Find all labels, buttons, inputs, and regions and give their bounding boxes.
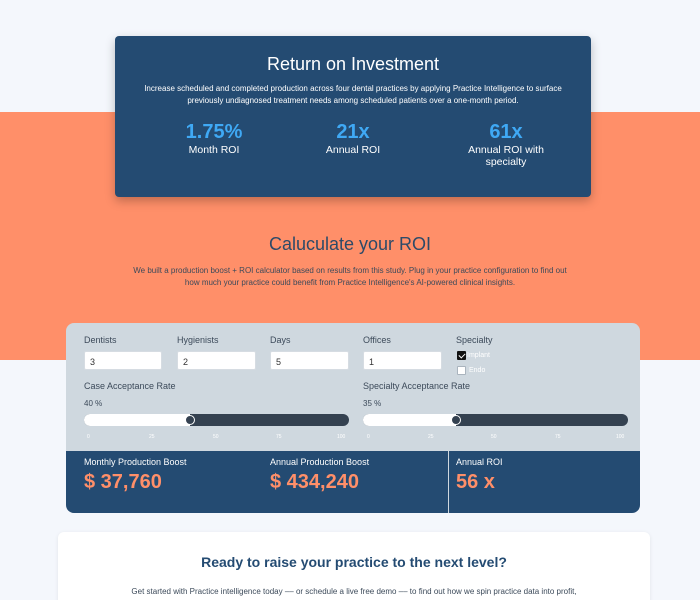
annual-boost-value: $ 434,240 (270, 471, 359, 493)
stat-value: 1.75% (185, 121, 243, 143)
offices-input[interactable]: 1 (363, 351, 442, 370)
slider-fill (84, 414, 190, 426)
dentists-input[interactable]: 3 (84, 351, 162, 370)
calculator-card: Dentists 3 Hygienists 2 Days 5 Offices 1… (66, 323, 640, 513)
tick-label: 0 (367, 434, 370, 440)
dentists-label: Dentists (84, 335, 117, 345)
implant-checkbox-label: Implant (467, 352, 490, 359)
offices-label: Offices (363, 335, 391, 345)
slider-fill (363, 414, 456, 426)
stat-value: 61x (489, 121, 523, 143)
tick-label: 50 (491, 434, 497, 440)
specialty-acceptance-label: Specialty Acceptance Rate (363, 381, 471, 391)
stat-annual-roi: 21x Annual ROI (283, 120, 423, 156)
annual-roi-value: 56 x (456, 471, 495, 493)
stat-label: Month ROI (188, 144, 240, 156)
tick-label: 100 (616, 434, 625, 440)
tick-label: 25 (149, 434, 155, 440)
roi-description: Increase scheduled and completed product… (144, 84, 562, 105)
annual-boost-label: Annual Production Boost (270, 457, 370, 467)
days-label: Days (270, 335, 291, 345)
specialty-acceptance-slider[interactable] (363, 414, 628, 426)
roi-card: Return on Investment Increase scheduled … (115, 36, 591, 197)
roi-title: Return on Investment (266, 54, 440, 74)
case-acceptance-label: Case Acceptance Rate (84, 381, 176, 391)
tick-label: 100 (337, 434, 346, 440)
annual-roi-label: Annual ROI (456, 457, 503, 467)
cta-text: Get started with Practice intelligence t… (131, 587, 577, 596)
stat-value: 21x (336, 121, 370, 143)
specialty-acceptance-value: 35 % (363, 399, 382, 408)
cta-card: Ready to raise your practice to the next… (58, 532, 650, 600)
stat-label: Annual ROI with specialty (468, 144, 544, 168)
hygienists-input[interactable]: 2 (177, 351, 256, 370)
stat-label: Annual ROI (325, 144, 381, 156)
cta-title: Ready to raise your practice to the next… (201, 554, 507, 570)
results-divider (448, 451, 449, 513)
hygienists-label: Hygienists (177, 335, 219, 345)
tick-label: 50 (213, 434, 219, 440)
case-acceptance-slider[interactable] (84, 414, 349, 426)
slider-thumb[interactable] (185, 415, 195, 425)
tick-label: 25 (428, 434, 434, 440)
endo-checkbox[interactable] (457, 366, 466, 375)
monthly-boost-value: $ 37,760 (84, 471, 162, 493)
implant-checkbox[interactable] (457, 351, 466, 360)
tick-label: 0 (87, 434, 90, 440)
stat-month-roi: 1.75% Month ROI (144, 120, 284, 156)
days-input[interactable]: 5 (270, 351, 349, 370)
tick-label: 75 (555, 434, 561, 440)
calculator-title: Caluculate your ROI (268, 234, 432, 254)
specialty-label: Specialty (456, 335, 493, 345)
calculator-description: We built a production boost + ROI calcul… (133, 266, 567, 287)
tick-label: 75 (276, 434, 282, 440)
slider-thumb[interactable] (450, 415, 461, 425)
case-acceptance-value: 40 % (84, 399, 103, 408)
stat-annual-roi-specialty: 61x Annual ROI with specialty (436, 120, 576, 168)
monthly-boost-label: Monthly Production Boost (84, 457, 187, 467)
endo-checkbox-label: Endo (469, 367, 486, 374)
results-panel: Monthly Production Boost $ 37,760 Annual… (66, 451, 640, 513)
